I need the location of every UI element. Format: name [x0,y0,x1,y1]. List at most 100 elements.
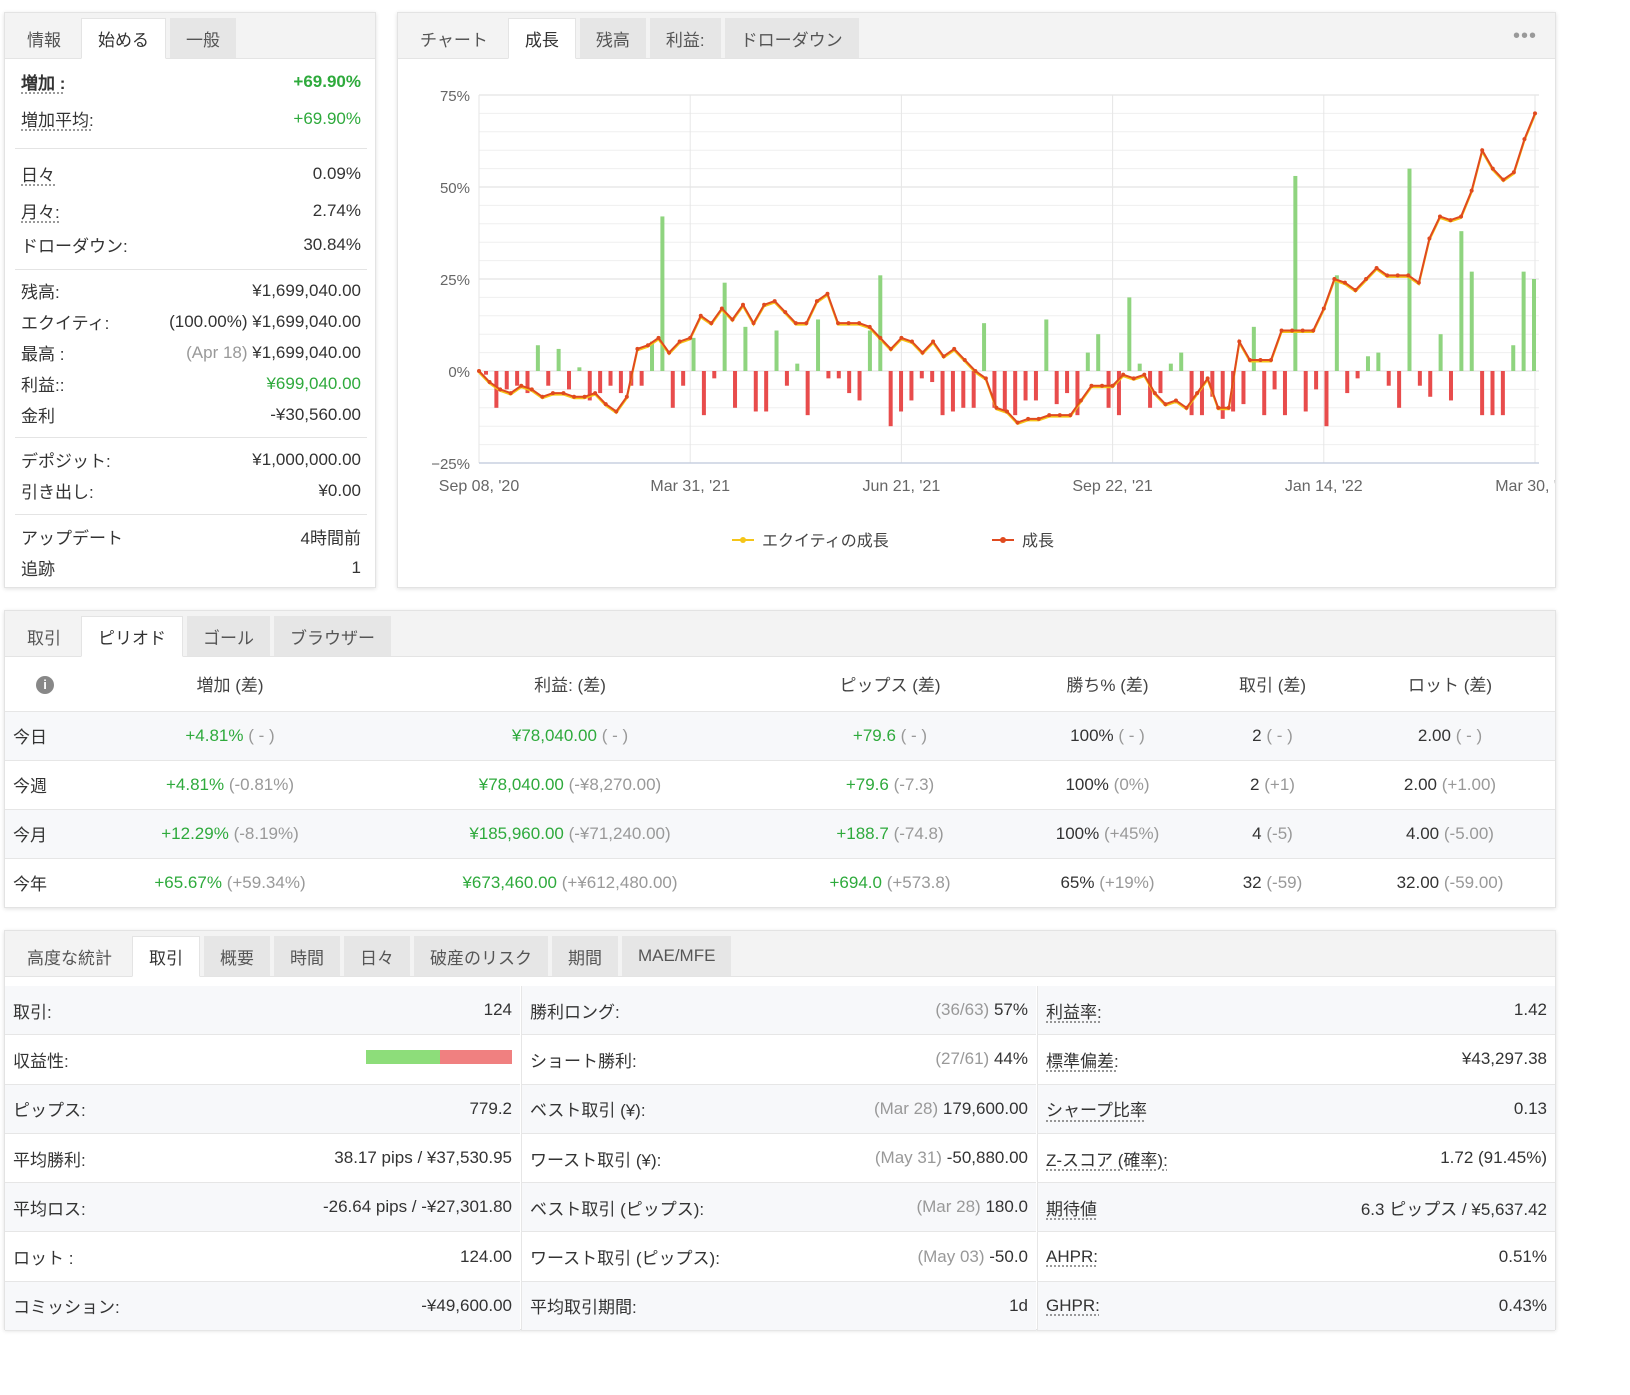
growth-point [1321,306,1326,311]
monthly-row: 月々: 2.74% [21,198,361,223]
growth-point [1522,137,1527,142]
tab-summary[interactable]: 概要 [204,936,270,976]
stat-value: -50,880.00 [946,1148,1028,1168]
profit-value: ¥699,040.00 [266,373,361,393]
chart-grid [478,94,1539,464]
chart-bar [940,371,945,416]
period-won-value: 65% [1060,872,1095,892]
growth-point [1173,398,1178,403]
legend-item[interactable]: エクイティの成長 [732,532,889,550]
gain-label[interactable]: 増加 : [21,69,65,94]
growth-point [1342,280,1347,285]
growth-point [888,346,893,351]
stat-row: 期待値 6.3 ピップス / ¥5,637.42 [1038,1183,1555,1233]
stat-label: 勝利ロング: [530,1002,620,1022]
tab-advanced-stats[interactable]: 高度な統計 [11,936,128,976]
tab-periods[interactable]: ピリオド [81,616,183,657]
growth-point [1469,188,1474,193]
tab-trades[interactable]: 取引 [132,936,200,977]
growth-point [1364,277,1369,281]
tab-mae-mfe[interactable]: MAE/MFE [622,936,732,976]
period-table-header: i 増加 (差) 利益: (差) ピップス (差) 勝ち% (差) 取引 (差)… [5,657,1555,711]
period-won-cell: 100% (+45%) [1015,808,1200,858]
monthly-label[interactable]: 月々: [21,198,60,223]
growth-point [1195,391,1200,396]
growth-point [1311,328,1316,333]
tab-profit[interactable]: 利益: [649,18,721,58]
tab-risk-of-ruin[interactable]: 破産のリスク [414,936,548,976]
period-pips-cell: +188.7 (-74.8) [765,808,1015,858]
tab-info[interactable]: 情報 [11,18,77,58]
chart-bar [795,363,800,371]
tab-chart[interactable]: チャート [404,18,504,58]
stat-value: ¥43,297.38 [1461,1049,1547,1069]
legend-marker [1000,537,1006,543]
tab-hourly[interactable]: 時間 [274,936,340,976]
stat-value: 124 [483,1000,512,1020]
stat-label[interactable]: AHPR: [1046,1247,1098,1267]
period-won-diff: (+45%) [1103,823,1160,843]
growth-point [624,394,629,399]
x-tick-label: Jan 14, '22 [1285,478,1363,495]
chart-bar [1469,271,1474,371]
growth-point [931,339,936,344]
daily-row: 日々 0.09% [21,161,361,186]
period-gain-diff: (-8.19%) [233,823,299,843]
tab-balance[interactable]: 残高 [579,18,646,58]
tab-trades[interactable]: 取引 [11,616,77,656]
more-options-icon[interactable]: ••• [1513,25,1537,48]
info-icon[interactable]: i [5,657,85,711]
chart-bar [950,371,955,412]
stat-value: 1.72 (91.45%) [1440,1148,1547,1168]
growth-point [1374,265,1379,270]
deposits-row: デポジット: ¥1,000,000.00 [21,447,361,472]
stat-label[interactable]: 期待値 [1046,1195,1097,1220]
growth-point [540,394,545,399]
tab-growth[interactable]: 成長 [507,18,576,59]
chart-bar [1158,371,1163,394]
stat-row: シャープ比率 0.13 [1038,1084,1555,1134]
stat-row: Z-スコア (確率): 1.72 (91.45%) [1038,1134,1555,1184]
x-tick-label: Sep 08, '20 [439,478,520,495]
stat-label[interactable]: シャープ比率 [1046,1096,1147,1121]
chart-bar [1532,279,1536,371]
table-row: 今年 +65.67% (+59.34%) ¥673,460.00 (+¥612,48… [5,857,1555,907]
table-row: 今月 +12.29% (-8.19%) ¥185,960.00 (-¥71,240.… [5,808,1555,858]
growth-point [1089,383,1094,388]
period-label: 今年 [5,857,85,907]
tab-duration[interactable]: 期間 [552,936,618,976]
stat-label[interactable]: 標準偏差: [1046,1047,1119,1072]
tab-start[interactable]: 始める [81,18,166,59]
tab-daily[interactable]: 日々 [344,936,410,976]
header-profit: 利益: (差) [534,676,606,696]
highest-value: ¥1,699,040.00 [252,342,361,362]
growth-chart: 75% 50% 25% 0% −25% Sep 08, '20 Mar 31, '21 Jun… [431,88,1555,550]
chart-legend[interactable]: エクイティの成長 成長 [732,532,1054,550]
growth-point [941,354,946,359]
stat-value: 1.42 [1513,1000,1547,1020]
period-won-diff: ( - ) [1118,725,1145,745]
tab-general[interactable]: 一般 [170,18,236,58]
growth-point [519,383,524,388]
chart-bar [1334,275,1339,371]
chart-bar [971,371,976,408]
growth-point [1163,402,1168,407]
legend-item[interactable]: 成長 [992,532,1054,550]
stat-label[interactable]: 利益率: [1046,998,1102,1023]
tab-drawdown[interactable]: ドローダウン [724,18,859,58]
growth-point [529,387,534,392]
stat-label[interactable]: Z-スコア (確率): [1046,1146,1168,1171]
chart-bar [1459,231,1464,371]
stat-value-group: 1.42 [1514,1000,1547,1020]
tab-goals[interactable]: ゴール [187,616,270,656]
abs-gain-label[interactable]: 増加平均: [21,106,94,131]
growth-point [1110,383,1115,388]
chart-bar [546,371,551,386]
stat-label[interactable]: GHPR: [1046,1296,1100,1316]
chart-bar [1417,371,1422,386]
chart-bar [535,345,540,371]
growth-point [561,391,566,396]
chart-bar [701,371,706,416]
daily-label[interactable]: 日々 [21,161,55,186]
tab-browser[interactable]: ブラウザー [274,616,391,656]
